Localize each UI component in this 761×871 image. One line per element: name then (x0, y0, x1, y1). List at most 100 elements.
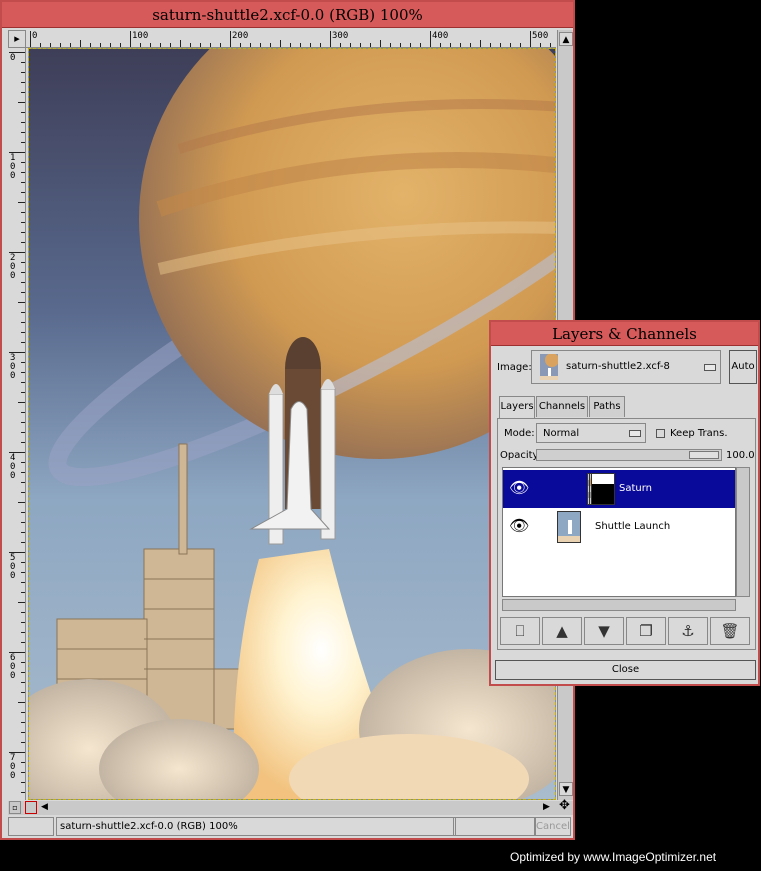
ruler-tick (21, 312, 25, 313)
horizontal-scrollbar[interactable]: ▫ ◀ ▶ ✥ (8, 799, 573, 815)
ruler-label: 300 (10, 353, 16, 381)
scroll-down-icon[interactable]: ▼ (559, 782, 573, 796)
ruler-tick (21, 72, 25, 73)
ruler-tick (21, 132, 25, 133)
eye-icon[interactable]: 👁 (509, 518, 529, 534)
tab-layers[interactable]: Layers (499, 396, 535, 418)
ruler-tick (220, 43, 221, 47)
image-select[interactable]: saturn-shuttle2.xcf-8 (531, 350, 721, 384)
keep-trans-label: Keep Trans. (670, 428, 728, 439)
ruler-tick (540, 43, 541, 47)
raise-layer-button[interactable]: ▲ (542, 617, 582, 645)
ruler-tick (21, 582, 25, 583)
ruler-tick (100, 43, 101, 47)
ruler-tick (110, 43, 111, 47)
delete-layer-button[interactable]: 🗑 (710, 617, 750, 645)
ruler-tick (400, 43, 401, 47)
image-window-title[interactable]: saturn-shuttle2.xcf-0.0 (RGB) 100% (2, 2, 573, 28)
ruler-tick (18, 402, 25, 403)
cancel-button[interactable]: Cancel (535, 817, 571, 836)
layer-list-vscroll[interactable] (736, 467, 750, 597)
new-layer-icon: ⎕ (515, 622, 525, 640)
mode-value: Normal (543, 428, 580, 439)
ruler-tick (330, 31, 331, 47)
close-button[interactable]: Close (495, 660, 756, 680)
ruler-tick (21, 562, 25, 563)
ruler-label: 400 (10, 453, 16, 481)
layer-list-hscroll[interactable] (502, 599, 736, 611)
quick-mask-on-icon[interactable] (25, 801, 37, 814)
ruler-tick (21, 742, 25, 743)
ruler-tick (21, 772, 25, 773)
ruler-tick (350, 43, 351, 47)
ruler-tick (500, 43, 501, 47)
tab-paths[interactable]: Paths (589, 396, 625, 417)
layer-mask-thumbnail[interactable] (591, 473, 615, 505)
ruler-label: 200 (232, 31, 249, 41)
ruler-label: 600 (10, 653, 16, 681)
arrow-down-icon: ▼ (598, 622, 610, 640)
ruler-tick (21, 432, 25, 433)
ruler-tick (150, 43, 151, 47)
lower-layer-button[interactable]: ▼ (584, 617, 624, 645)
tab-channels[interactable]: Channels (536, 396, 588, 417)
ruler-tick (18, 702, 25, 703)
ruler-tick (140, 43, 141, 47)
optimizer-watermark: Optimized by www.ImageOptimizer.net (510, 850, 717, 864)
ruler-tick (21, 122, 25, 123)
opacity-slider-handle[interactable] (689, 451, 719, 459)
scroll-right-icon[interactable]: ▶ (543, 801, 557, 814)
ruler-tick (21, 762, 25, 763)
ruler-tick (21, 342, 25, 343)
ruler-tick (460, 43, 461, 47)
ruler-tick (21, 142, 25, 143)
ruler-tick (130, 31, 131, 47)
ruler-tick (30, 31, 31, 47)
dropdown-icon (629, 430, 641, 437)
ruler-tick (450, 43, 451, 47)
scroll-left-icon[interactable]: ◀ (41, 801, 55, 814)
ruler-label: 200 (10, 253, 16, 281)
quick-mask-off-icon[interactable]: ▫ (9, 801, 21, 814)
layer-row-saturn[interactable]: 👁 Saturn (503, 470, 735, 508)
ruler-tick (230, 31, 231, 47)
opacity-slider[interactable] (536, 449, 722, 461)
layer-list[interactable]: 👁 Saturn 👁 Shuttle Launch (502, 467, 736, 597)
vertical-ruler[interactable]: 0 100 200 300 400 500 600 700 (8, 48, 26, 800)
auto-button[interactable]: Auto (729, 350, 757, 384)
scroll-up-icon[interactable]: ▲ (559, 32, 573, 46)
mode-select[interactable]: Normal (536, 423, 646, 443)
ruler-tick (21, 522, 25, 523)
eye-icon[interactable]: 👁 (509, 480, 529, 496)
ruler-tick (21, 272, 25, 273)
status-bar: saturn-shuttle2.xcf-0.0 (RGB) 100% Cance… (8, 817, 573, 837)
layer-row-shuttle-launch[interactable]: 👁 Shuttle Launch (503, 508, 735, 546)
keep-trans-checkbox[interactable] (656, 429, 665, 438)
ruler-tick (550, 43, 551, 47)
ruler-tick (470, 43, 471, 47)
ruler-tick (21, 472, 25, 473)
ruler-label: 400 (432, 31, 449, 41)
ruler-tick (21, 612, 25, 613)
ruler-tick (270, 43, 271, 47)
duplicate-layer-button[interactable]: ❐ (626, 617, 666, 645)
trash-icon: 🗑 (720, 622, 740, 640)
ruler-tick (180, 40, 181, 47)
image-canvas[interactable] (28, 48, 556, 800)
anchor-layer-button[interactable]: ⚓ (668, 617, 708, 645)
ruler-tick (21, 442, 25, 443)
new-layer-button[interactable]: ⎕ (500, 617, 540, 645)
navigate-icon[interactable]: ✥ (559, 799, 573, 813)
ruler-tick (21, 792, 25, 793)
ruler-corner-button[interactable]: ▸ (8, 30, 26, 48)
layers-dialog-title[interactable]: Layers & Channels (491, 322, 758, 346)
ruler-tick (21, 632, 25, 633)
ruler-tick (21, 82, 25, 83)
horizontal-ruler[interactable]: 0 100 200 300 400 500 (26, 30, 556, 48)
ruler-tick (90, 43, 91, 47)
mode-label: Mode: (504, 428, 535, 439)
ruler-tick (21, 722, 25, 723)
ruler-tick (21, 372, 25, 373)
ruler-tick (21, 292, 25, 293)
anchor-icon: ⚓ (681, 622, 695, 640)
